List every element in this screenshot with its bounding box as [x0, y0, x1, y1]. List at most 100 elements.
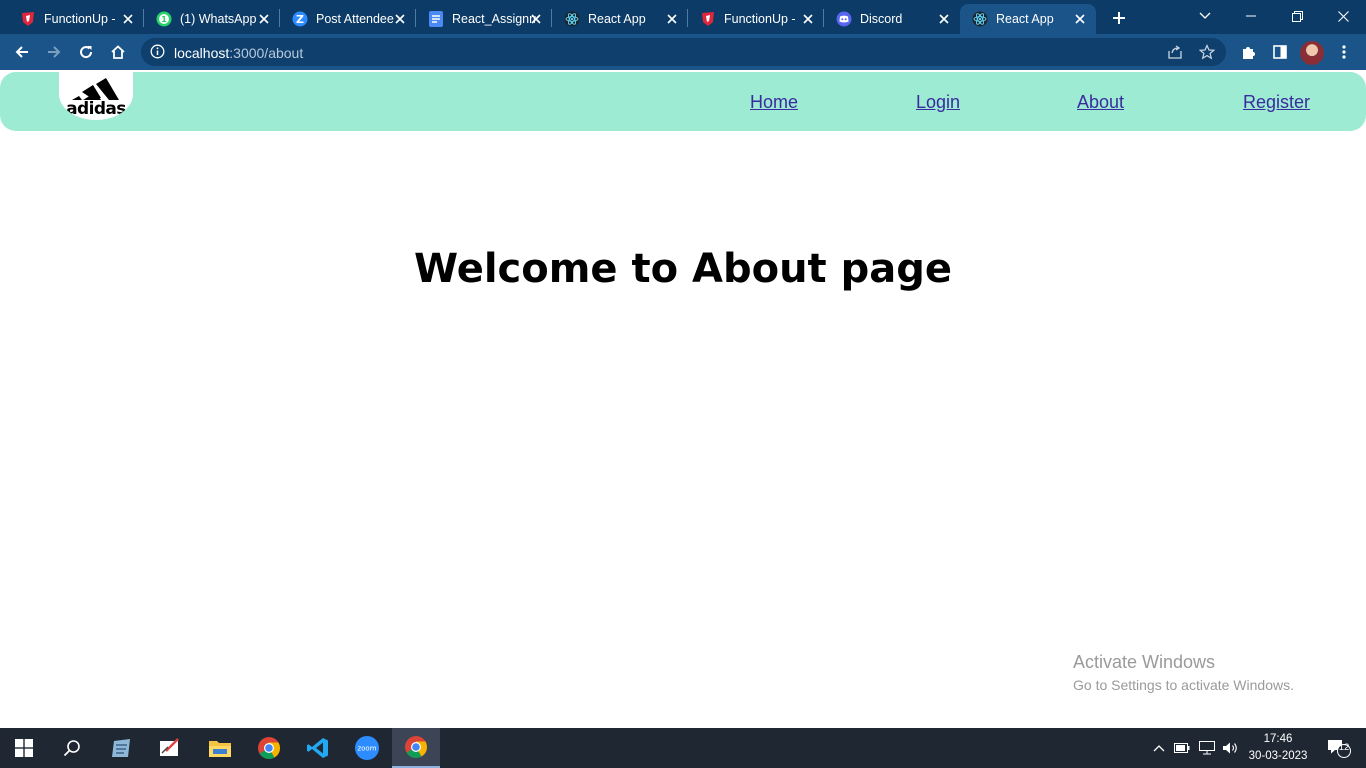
taskbar-clock[interactable]: 17:46 30-03-2023: [1246, 731, 1310, 765]
url-host: localhost: [174, 45, 230, 61]
chrome-icon: [405, 736, 427, 758]
home-button[interactable]: [106, 40, 130, 64]
extensions-button[interactable]: [1236, 40, 1260, 64]
nav-link-register[interactable]: Register: [1243, 92, 1310, 113]
info-icon[interactable]: [150, 44, 165, 64]
tab-discord[interactable]: Discord: [816, 4, 958, 34]
tab-react-app-1[interactable]: React App: [544, 4, 686, 34]
tab-title: FunctionUp -: [44, 12, 116, 26]
tab-whatsapp[interactable]: 1 (1) WhatsApp: [136, 4, 278, 34]
tab-functionup-1[interactable]: FunctionUp -: [0, 4, 142, 34]
close-icon[interactable]: [800, 11, 816, 27]
forward-button[interactable]: [42, 40, 66, 64]
minimize-button[interactable]: [1228, 0, 1274, 32]
tab-strip: FunctionUp - 1 (1) WhatsApp Z Post Atten…: [0, 0, 1366, 34]
more-vertical-icon: [1342, 45, 1346, 59]
restore-icon: [1291, 10, 1303, 22]
plus-icon: [1113, 12, 1125, 24]
close-icon: [1337, 10, 1349, 22]
tab-search-button[interactable]: [1182, 0, 1228, 32]
taskbar-app-chrome[interactable]: [245, 728, 293, 768]
site-navbar: adidas Home Login About Register: [0, 72, 1366, 131]
svg-text:1: 1: [161, 15, 167, 24]
notification-count: 12: [1338, 742, 1350, 753]
zoom-z-icon: Z: [292, 11, 308, 27]
nav-link-login[interactable]: Login: [916, 92, 960, 113]
nav-link-home[interactable]: Home: [750, 92, 798, 113]
taskbar-app-vscode[interactable]: [294, 728, 342, 768]
folder-icon: [209, 741, 231, 757]
menu-button[interactable]: [1332, 40, 1356, 64]
tab-title: FunctionUp -: [724, 12, 796, 26]
activate-windows-title: Activate Windows: [1073, 652, 1216, 672]
taskbar-app-zoom[interactable]: zoom: [343, 728, 391, 768]
tab-title: Discord: [860, 12, 903, 26]
tab-functionup-2[interactable]: FunctionUp -: [680, 4, 822, 34]
url-text[interactable]: localhost:3000/about: [174, 45, 303, 61]
home-icon: [111, 45, 125, 59]
taskbar-app-chrome-active[interactable]: [392, 728, 440, 768]
functionup-icon: [700, 11, 716, 27]
search-button[interactable]: [48, 728, 96, 768]
taskbar-app-snipping-tool[interactable]: [146, 728, 194, 768]
close-window-button[interactable]: [1320, 0, 1366, 32]
notifications-button[interactable]: 12: [1318, 728, 1358, 768]
reload-button[interactable]: [74, 40, 98, 64]
battery-button[interactable]: [1172, 728, 1192, 768]
new-tab-button[interactable]: [1108, 7, 1130, 29]
side-panel-icon: [1273, 45, 1287, 59]
tab-title: Post Attendee: [316, 12, 394, 26]
volume-button[interactable]: [1220, 728, 1240, 768]
tab-post-attendee[interactable]: Z Post Attendee: [272, 4, 414, 34]
activate-windows-subtitle: Go to Settings to activate Windows.: [1073, 677, 1294, 693]
close-icon[interactable]: [528, 11, 544, 27]
profile-avatar[interactable]: [1300, 41, 1324, 65]
adidas-stripes-icon: [72, 78, 119, 100]
arrow-right-icon: [48, 46, 61, 58]
tab-react-app-active[interactable]: React App: [960, 4, 1096, 34]
restore-button[interactable]: [1274, 0, 1320, 32]
react-icon: [972, 11, 988, 27]
side-panel-button[interactable]: [1268, 40, 1292, 64]
vscode-icon: [307, 738, 328, 758]
browser-toolbar: localhost:3000/about: [0, 34, 1366, 70]
close-icon[interactable]: [1072, 11, 1088, 27]
clock-date: 30-03-2023: [1248, 750, 1308, 762]
close-icon[interactable]: [664, 11, 680, 27]
star-icon[interactable]: [1198, 44, 1216, 65]
page-heading: Welcome to About page: [414, 246, 952, 292]
logo-text: adidas: [66, 99, 126, 119]
puzzle-icon: [1243, 47, 1255, 59]
chevron-down-icon: [1199, 12, 1211, 19]
back-button[interactable]: [10, 40, 34, 64]
minimize-icon: [1246, 15, 1256, 17]
battery-icon: [1174, 743, 1190, 753]
url-path: :3000/about: [229, 45, 304, 61]
network-icon: [1199, 741, 1215, 755]
close-icon[interactable]: [936, 11, 952, 27]
start-button[interactable]: [0, 728, 48, 768]
chrome-icon: [258, 737, 280, 759]
address-bar[interactable]: localhost:3000/about: [141, 38, 1226, 66]
snipping-tool-icon: [160, 738, 179, 756]
svg-text:zoom: zoom: [357, 745, 376, 753]
nav-link-about[interactable]: About: [1077, 92, 1124, 113]
zoom-icon: zoom: [355, 736, 379, 760]
chevron-up-icon: [1153, 745, 1165, 752]
network-button[interactable]: [1197, 728, 1217, 768]
show-hidden-icons-button[interactable]: [1150, 728, 1168, 768]
taskbar-app-file-explorer[interactable]: [196, 728, 244, 768]
react-icon: [564, 11, 580, 27]
tab-react-assignment[interactable]: React_Assignm: [408, 4, 550, 34]
adidas-logo[interactable]: adidas: [59, 72, 133, 120]
close-icon[interactable]: [392, 11, 408, 27]
taskbar-app-notepad[interactable]: [98, 728, 146, 768]
tab-title: React App: [996, 12, 1054, 26]
close-icon[interactable]: [120, 11, 136, 27]
clock-time: 17:46: [1263, 733, 1293, 745]
share-icon[interactable]: [1167, 44, 1183, 65]
tab-title: React App: [588, 12, 646, 26]
close-icon[interactable]: [256, 11, 272, 27]
windows-taskbar: zoom 17:46 30-03-2023 12: [0, 728, 1366, 768]
windows-icon: [15, 739, 33, 757]
